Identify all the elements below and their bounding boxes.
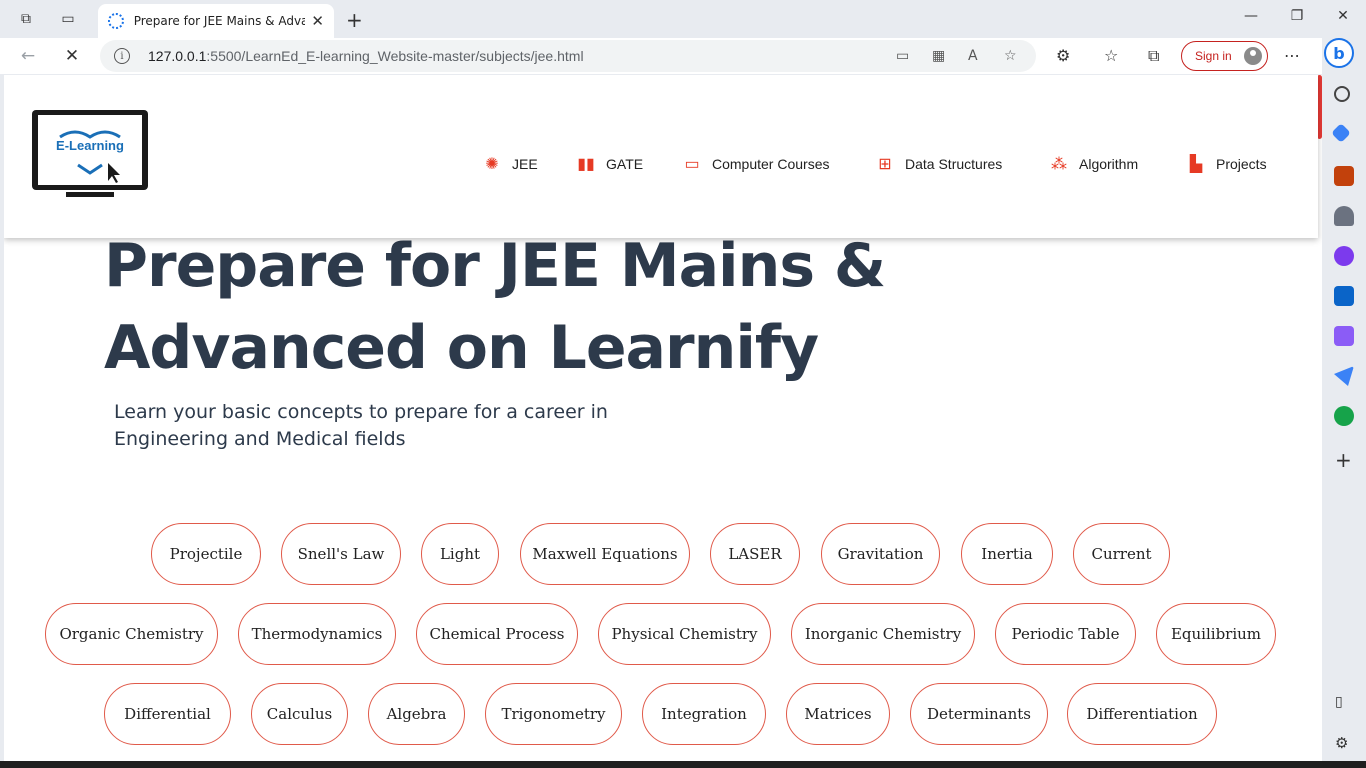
topic-pill-inorganic-chemistry[interactable]: Inorganic Chemistry [791, 603, 975, 665]
favorites-icon[interactable]: ☆ [1104, 46, 1118, 65]
browser-tab-active[interactable]: Prepare for JEE Mains & Advanced ✕ [98, 4, 334, 38]
page-title: Prepare for JEE Mains & Advanced on Lear… [104, 231, 886, 383]
nav-item-computer-courses[interactable]: ▭ Computer Courses [682, 154, 829, 174]
stop-loading-button[interactable]: ✕ [60, 44, 84, 68]
site-logo[interactable]: E-Learning [30, 109, 150, 201]
topic-pill-differentiation[interactable]: Differentiation [1067, 683, 1217, 745]
loading-spinner-icon [108, 13, 124, 29]
hide-sidebar-icon[interactable]: ▯ [1335, 694, 1343, 710]
topic-pill-trigonometry[interactable]: Trigonometry [485, 683, 622, 745]
nav-item-gate[interactable]: ▮▮ GATE [576, 154, 643, 174]
profile-avatar-icon [1243, 47, 1262, 65]
address-bar[interactable]: i 127.0.0.1:5500/LearnEd_E-learning_Webs… [100, 40, 1036, 72]
shopping-tag-icon[interactable] [1331, 123, 1351, 143]
topic-pill-physical-chemistry[interactable]: Physical Chemistry [598, 603, 771, 665]
atom-icon: ✺ [485, 156, 499, 173]
app-available-icon[interactable]: ▭ [896, 48, 909, 64]
workspaces-icon[interactable]: ⧉ [16, 9, 36, 29]
book-icon: ▮▮ [577, 156, 595, 173]
topic-pill-equilibrium[interactable]: Equilibrium [1156, 603, 1276, 665]
nav-item-jee[interactable]: ✺ JEE [482, 154, 537, 174]
topic-pill-thermodynamics[interactable]: Thermodynamics [238, 603, 396, 665]
topic-pill-calculus[interactable]: Calculus [251, 683, 348, 745]
sign-in-button[interactable]: Sign in [1181, 41, 1268, 71]
sitemap-icon: ⊞ [878, 156, 892, 173]
nav-item-data-structures[interactable]: ⊞ Data Structures [875, 154, 1002, 174]
url-text: 127.0.0.1:5500/LearnEd_E-learning_Websit… [148, 48, 584, 64]
topic-pill-maxwell-equations[interactable]: Maxwell Equations [520, 523, 690, 585]
tab-title: Prepare for JEE Mains & Advanced [133, 14, 306, 28]
site-header: E-Learning ✺ JEE ▮▮ GATE ▭ Computer Cour… [4, 75, 1318, 238]
extensions-icon[interactable]: ⚙ [1056, 46, 1070, 65]
tools-icon[interactable] [1334, 166, 1354, 186]
topic-pill-projectile[interactable]: Projectile [151, 523, 261, 585]
topic-pill-algebra[interactable]: Algebra [368, 683, 465, 745]
add-favorite-icon[interactable]: ☆ [1004, 48, 1017, 64]
topic-pill-snells-law[interactable]: Snell's Law [281, 523, 401, 585]
logo-text: E-Learning [56, 138, 124, 153]
games-icon[interactable] [1334, 206, 1354, 226]
topic-pill-integration[interactable]: Integration [642, 683, 766, 745]
close-window-button[interactable]: ✕ [1333, 8, 1353, 24]
nav-item-algorithm[interactable]: ⁂ Algorithm [1049, 154, 1138, 174]
browser-sidebar: + ▯ ⚙ [1322, 38, 1366, 768]
topic-pill-light[interactable]: Light [421, 523, 499, 585]
tree-icon[interactable] [1334, 406, 1354, 426]
topic-pill-inertia[interactable]: Inertia [961, 523, 1053, 585]
topic-pill-chemical-process[interactable]: Chemical Process [416, 603, 578, 665]
sidebar-settings-icon[interactable]: ⚙ [1335, 734, 1348, 752]
minimize-button[interactable]: — [1241, 8, 1261, 24]
web-page: E-Learning ✺ JEE ▮▮ GATE ▭ Computer Cour… [4, 75, 1322, 761]
topic-pill-periodic-table[interactable]: Periodic Table [995, 603, 1136, 665]
back-button[interactable]: ← [16, 44, 40, 68]
designer-icon[interactable] [1334, 326, 1354, 346]
page-subtitle: Learn your basic concepts to prepare for… [114, 401, 608, 450]
browser-tabbar: ⧉ ▭ Prepare for JEE Mains & Advanced ✕ +… [0, 0, 1366, 38]
topic-pill-matrices[interactable]: Matrices [786, 683, 890, 745]
topic-pill-current[interactable]: Current [1073, 523, 1170, 585]
new-tab-button[interactable]: + [346, 8, 363, 32]
more-options-icon[interactable]: ⋯ [1284, 46, 1300, 65]
send-icon[interactable] [1334, 366, 1354, 386]
tab-actions-icon[interactable]: ▭ [58, 9, 78, 29]
outlook-icon[interactable] [1334, 286, 1354, 306]
qr-code-icon[interactable]: ▦ [932, 48, 945, 64]
site-info-icon[interactable]: i [114, 48, 130, 64]
read-aloud-icon[interactable]: A [968, 48, 978, 64]
search-icon[interactable] [1334, 86, 1350, 102]
topic-pill-gravitation[interactable]: Gravitation [821, 523, 940, 585]
topic-pill-determinants[interactable]: Determinants [910, 683, 1048, 745]
bing-chat-icon[interactable]: b [1324, 38, 1354, 68]
copilot-icon[interactable] [1334, 246, 1354, 266]
topic-pill-differential[interactable]: Differential [104, 683, 231, 745]
close-tab-icon[interactable]: ✕ [311, 12, 324, 30]
nav-item-projects[interactable]: ▙ Projects [1186, 154, 1267, 174]
browser-toolbar: ← ✕ i 127.0.0.1:5500/LearnEd_E-learning_… [0, 38, 1322, 74]
grid-icon: ▙ [1189, 156, 1203, 173]
topic-pill-organic-chemistry[interactable]: Organic Chemistry [45, 603, 218, 665]
taskbar-edge [0, 761, 1366, 768]
add-sidebar-app-icon[interactable]: + [1335, 448, 1352, 472]
nodes-icon: ⁂ [1051, 156, 1067, 173]
monitor-icon: E-Learning [32, 110, 148, 190]
topic-pill-laser[interactable]: LASER [710, 523, 800, 585]
laptop-icon: ▭ [684, 156, 700, 173]
restore-button[interactable]: ❐ [1287, 8, 1307, 24]
collections-icon[interactable]: ⧉ [1148, 46, 1159, 66]
